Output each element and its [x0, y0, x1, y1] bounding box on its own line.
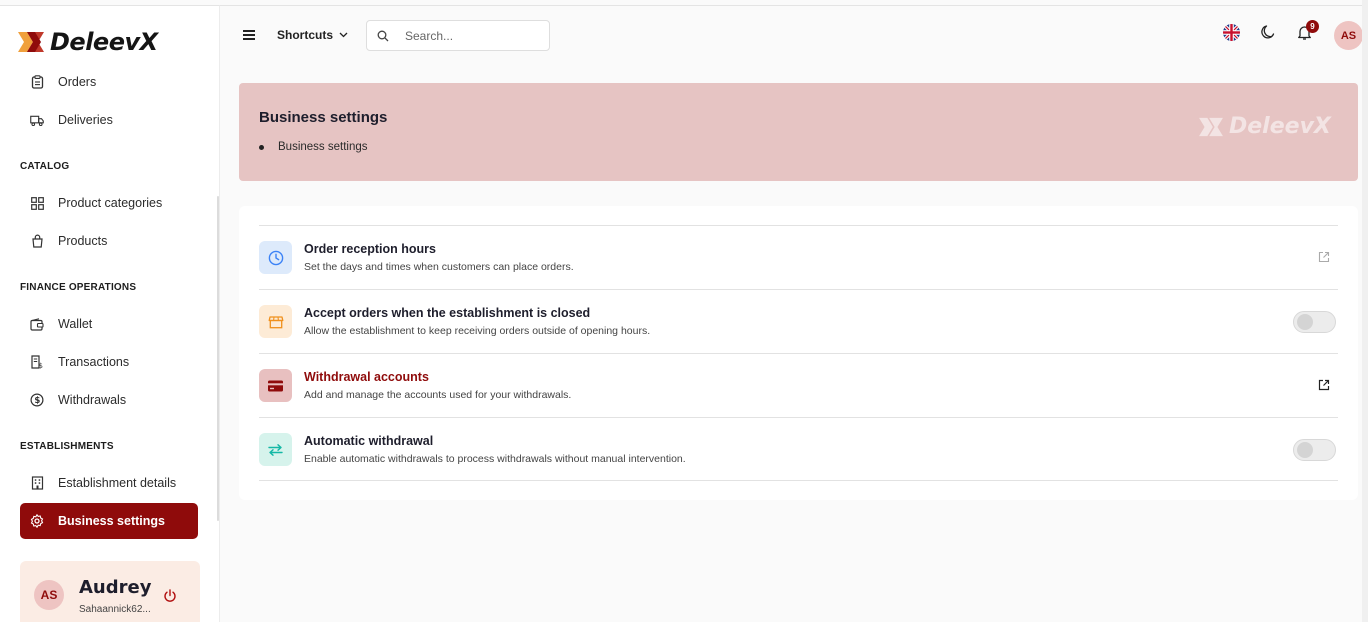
setting-title: Accept orders when the establishment is … — [304, 306, 591, 320]
automatic-withdrawal-toggle[interactable] — [1293, 439, 1336, 461]
sidebar-item-label: Transactions — [58, 355, 130, 369]
sidebar-item-label: Deliveries — [58, 113, 113, 127]
bag-icon — [30, 234, 44, 248]
sidebar-item-withdrawals[interactable]: $ Withdrawals — [20, 382, 198, 418]
uk-flag-icon[interactable] — [1223, 24, 1240, 41]
nav-section-establishments: ESTABLISHMENTS — [20, 441, 114, 452]
search-input[interactable] — [405, 28, 535, 43]
credit-card-icon — [259, 369, 292, 402]
menu-icon[interactable] — [243, 30, 255, 40]
sidebar-item-products[interactable]: Products — [20, 223, 198, 259]
accept-orders-closed-toggle[interactable] — [1293, 311, 1336, 333]
shortcuts-label: Shortcuts — [277, 28, 334, 42]
breadcrumb-item[interactable]: Business settings — [278, 141, 368, 153]
svg-text:$: $ — [39, 362, 43, 369]
setting-description: Set the days and times when customers ca… — [304, 261, 574, 273]
chevron-down-icon — [339, 32, 348, 38]
page-title: Business settings — [259, 109, 388, 126]
deleevx-logo-icon — [18, 32, 44, 52]
breadcrumb: Business settings — [259, 141, 368, 153]
sidebar-item-deliveries[interactable]: Deliveries — [20, 102, 198, 138]
sidebar-item-label: Establishment details — [58, 476, 177, 490]
setting-row-automatic-withdrawal[interactable]: Automatic withdrawal Enable automatic wi… — [259, 417, 1338, 481]
wallet-icon — [30, 317, 44, 331]
topbar: Shortcuts 9 AS — [220, 5, 1368, 65]
setting-row-accept-orders-when-closed[interactable]: Accept orders when the establishment is … — [259, 289, 1338, 353]
bullet-icon — [259, 144, 264, 150]
sidebar-item-establishment-details[interactable]: Establishment details — [20, 465, 198, 501]
setting-description: Allow the establishment to keep receivin… — [304, 325, 651, 337]
nav-section-finance-operations: FINANCE OPERATIONS — [20, 282, 137, 293]
brand-logo[interactable]: DeleevX — [18, 28, 158, 56]
setting-title: Automatic withdrawal — [304, 434, 434, 448]
svg-text:$: $ — [34, 396, 40, 406]
sidebar-item-product-categories[interactable]: Product categories — [20, 185, 198, 221]
swap-arrows-icon — [259, 433, 292, 466]
sidebar-item-orders[interactable]: Orders — [20, 64, 198, 100]
search-icon — [377, 30, 389, 41]
sidebar-item-business-settings[interactable]: Business settings — [20, 503, 198, 539]
truck-icon — [30, 113, 44, 127]
store-icon — [259, 305, 292, 338]
sidebar-item-label: Business settings — [58, 514, 165, 528]
brand-watermark: DeleevX — [1199, 114, 1331, 139]
gear-icon — [30, 514, 44, 528]
sidebar-scrollbar[interactable] — [217, 196, 219, 521]
setting-description: Add and manage the accounts used for you… — [304, 389, 572, 401]
setting-title: Order reception hours — [304, 242, 436, 256]
sidebar: DeleevX Orders Deliveries CATALOG Produc… — [0, 5, 220, 622]
receipt-icon: $ — [30, 355, 44, 369]
clock-icon — [259, 241, 292, 274]
avatar: AS — [34, 580, 64, 610]
external-link-icon[interactable] — [1318, 251, 1330, 263]
brand-name: DeleevX — [50, 28, 158, 56]
notification-badge: 9 — [1306, 20, 1319, 33]
dollar-circle-icon: $ — [30, 393, 44, 407]
page-scrollbar[interactable] — [1362, 0, 1368, 622]
sidebar-item-wallet[interactable]: Wallet — [20, 306, 198, 342]
sidebar-item-label: Product categories — [58, 196, 163, 210]
toggle-knob — [1297, 442, 1313, 458]
watermark-text: DeleevX — [1229, 114, 1331, 139]
sidebar-item-label: Withdrawals — [58, 393, 127, 407]
external-link-icon[interactable] — [1318, 379, 1330, 391]
moon-icon[interactable] — [1260, 24, 1276, 40]
avatar[interactable]: AS — [1334, 21, 1363, 50]
user-email: Sahaannick62... — [79, 604, 151, 615]
clipboard-icon — [30, 75, 44, 89]
grid-icon — [30, 196, 44, 210]
deleevx-logo-icon — [1199, 117, 1223, 136]
nav-section-catalog: CATALOG — [20, 161, 70, 172]
sidebar-item-transactions[interactable]: $ Transactions — [20, 344, 198, 380]
setting-row-order-reception-hours[interactable]: Order reception hours Set the days and t… — [259, 225, 1338, 289]
page-header-banner: Business settings Business settings Dele… — [239, 83, 1358, 181]
sidebar-item-label: Orders — [58, 75, 97, 89]
sidebar-item-label: Wallet — [58, 317, 93, 331]
power-icon[interactable] — [163, 589, 177, 603]
settings-card: Order reception hours Set the days and t… — [239, 206, 1358, 500]
setting-description: Enable automatic withdrawals to process … — [304, 453, 686, 465]
building-icon — [30, 476, 44, 490]
user-card[interactable]: AS Audrey Sahaannick62... — [20, 561, 200, 622]
setting-title: Withdrawal accounts — [304, 370, 429, 384]
setting-row-withdrawal-accounts[interactable]: Withdrawal accounts Add and manage the a… — [259, 353, 1338, 417]
search-box[interactable] — [366, 20, 550, 51]
sidebar-item-label: Products — [58, 234, 108, 248]
shortcuts-dropdown[interactable]: Shortcuts — [277, 28, 348, 42]
user-name: Audrey — [79, 577, 152, 598]
toggle-knob — [1297, 314, 1313, 330]
